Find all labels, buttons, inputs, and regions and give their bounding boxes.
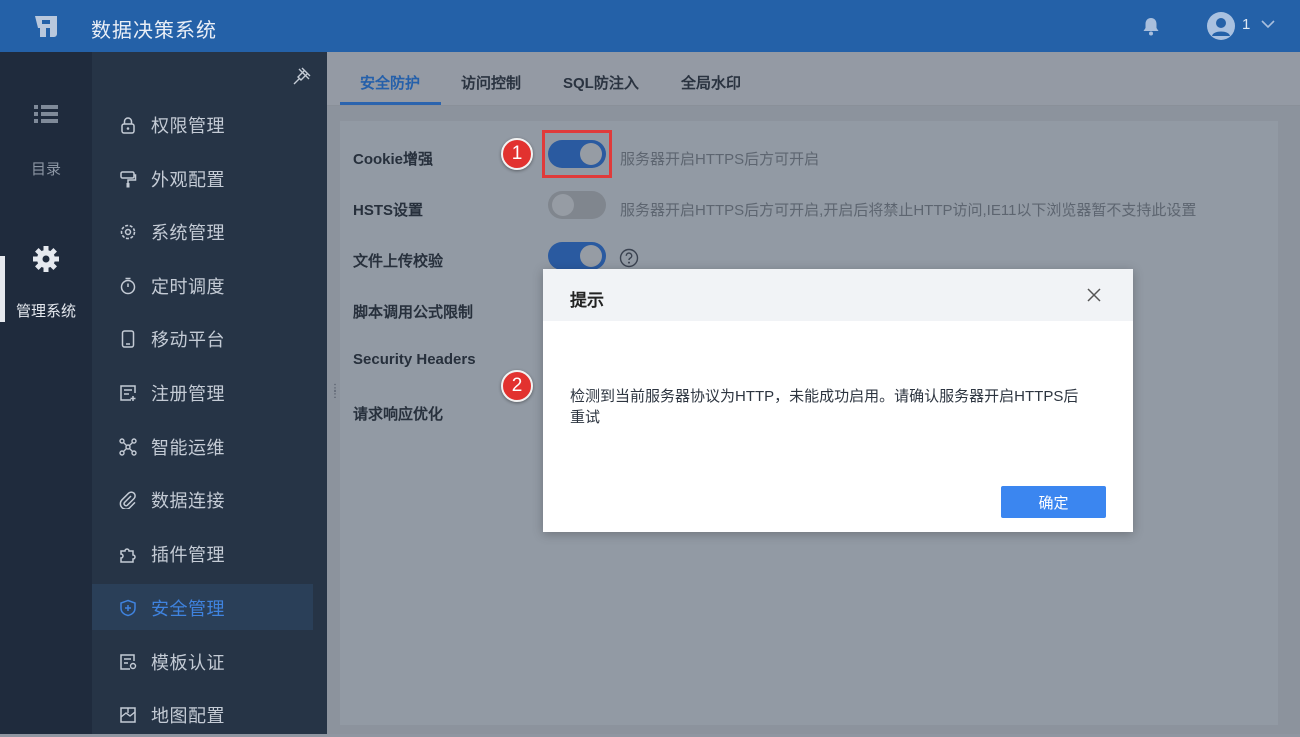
user-name[interactable]: 1 xyxy=(1242,16,1250,33)
rail-admin-label: 管理系统 xyxy=(15,303,76,320)
menu-item-template-cert[interactable]: 模板认证 xyxy=(92,638,313,684)
menu-item-label: 地图配置 xyxy=(151,706,225,726)
paperclip-icon xyxy=(119,491,136,509)
pin-icon[interactable] xyxy=(293,67,311,85)
hsts-hint: 服务器开启HTTPS后方可开启,开启后将禁止HTTP访问,IE11以下浏览器暂不… xyxy=(620,202,1197,219)
network-icon xyxy=(119,438,137,456)
upload-toggle[interactable] xyxy=(548,242,606,270)
app-title: 数据决策系统 xyxy=(91,20,217,42)
menu-item-label: 权限管理 xyxy=(151,116,225,136)
menu-item-appearance[interactable]: 外观配置 xyxy=(92,155,313,201)
toggle-knob xyxy=(580,245,602,267)
menu-item-label: 智能运维 xyxy=(151,438,225,458)
menu-item-registration[interactable]: 注册管理 xyxy=(92,369,313,415)
menu-item-permissions[interactable]: 权限管理 xyxy=(92,101,313,147)
menu-item-label: 系统管理 xyxy=(151,223,225,243)
menu-item-plugins[interactable]: 插件管理 xyxy=(92,530,313,576)
dialog-title: 提示 xyxy=(570,291,604,310)
upload-label: 文件上传校验 xyxy=(353,253,444,270)
user-icon xyxy=(1212,18,1230,36)
notification-bell-icon[interactable] xyxy=(1142,16,1160,36)
menu-item-label: 移动平台 xyxy=(151,330,225,350)
tab-sql-injection[interactable]: SQL防注入 xyxy=(563,72,639,93)
list-icon xyxy=(34,105,58,123)
menu-item-label: 插件管理 xyxy=(151,545,225,565)
dialog-message-line-1: 检测到当前服务器协议为HTTP，未能成功启用。请确认服务器开启HTTPS后 xyxy=(570,388,1079,405)
lock-icon xyxy=(121,117,135,134)
user-avatar[interactable] xyxy=(1207,12,1235,40)
response-optimize-label: 请求响应优化 xyxy=(353,406,444,423)
rail-item-catalog[interactable]: 目录 xyxy=(0,100,92,190)
hsts-label: HSTS设置 xyxy=(353,202,424,219)
shield-icon xyxy=(120,599,136,617)
menu-item-system[interactable]: 系统管理 xyxy=(92,208,313,254)
menu-item-mobile[interactable]: 移动平台 xyxy=(92,315,313,361)
menu-item-label: 外观配置 xyxy=(151,170,225,190)
confirm-button[interactable]: 确定 xyxy=(1001,486,1106,518)
menu-item-ops[interactable]: 智能运维 xyxy=(92,423,313,469)
cookie-label: Cookie增强 xyxy=(353,151,434,168)
certificate-icon xyxy=(120,654,137,670)
dialog-message-line-2: 重试 xyxy=(570,409,601,426)
menu-item-label: 模板认证 xyxy=(151,653,225,673)
hsts-toggle[interactable] xyxy=(548,191,606,219)
script-formula-label: 脚本调用公式限制 xyxy=(353,304,474,321)
register-icon xyxy=(120,385,136,401)
menu-item-label: 定时调度 xyxy=(151,277,225,297)
menu-item-label: 数据连接 xyxy=(151,491,225,511)
timer-icon xyxy=(120,277,136,295)
annotation-marker-1: 1 xyxy=(501,138,533,170)
mobile-icon xyxy=(121,330,135,348)
chevron-down-icon[interactable] xyxy=(1260,18,1276,30)
menu-item-label: 安全管理 xyxy=(151,599,225,619)
cookie-hint: 服务器开启HTTPS后方可开启 xyxy=(620,151,820,168)
app-logo-icon xyxy=(35,16,57,37)
splitter-handle[interactable]: ⋮ ⋮ xyxy=(330,384,340,404)
menu-item-map[interactable]: 地图配置 xyxy=(92,691,313,737)
alert-dialog: 提示 检测到当前服务器协议为HTTP，未能成功启用。请确认服务器开启HTTPS后… xyxy=(543,269,1133,532)
paint-roller-icon xyxy=(120,171,137,188)
map-icon xyxy=(120,707,136,723)
menu-item-schedule[interactable]: 定时调度 xyxy=(92,262,313,308)
tab-security-protection[interactable]: 安全防护 xyxy=(360,72,420,93)
settings-icon xyxy=(120,224,136,240)
dialog-header xyxy=(543,269,1133,321)
toggle-knob xyxy=(552,194,574,216)
active-tab-indicator xyxy=(340,102,441,105)
rail-item-admin[interactable]: 管理系统 xyxy=(0,242,92,332)
menu-item-security[interactable]: 安全管理 xyxy=(92,584,313,630)
puzzle-icon xyxy=(120,548,136,563)
menu-item-data-connection[interactable]: 数据连接 xyxy=(92,476,313,522)
tab-watermark[interactable]: 全局水印 xyxy=(681,72,741,93)
highlight-box xyxy=(542,130,612,178)
close-icon[interactable] xyxy=(1086,287,1102,303)
menu-item-label: 注册管理 xyxy=(151,384,225,404)
tab-access-control[interactable]: 访问控制 xyxy=(461,72,521,93)
rail-catalog-label: 目录 xyxy=(30,161,61,178)
help-icon[interactable] xyxy=(619,248,639,268)
security-headers-label: Security Headers xyxy=(353,351,476,368)
gear-icon xyxy=(33,246,59,272)
dialog-message: 检测到当前服务器协议为HTTP，未能成功启用。请确认服务器开启HTTPS后 重试 xyxy=(570,386,1110,428)
annotation-marker-2: 2 xyxy=(501,370,533,402)
